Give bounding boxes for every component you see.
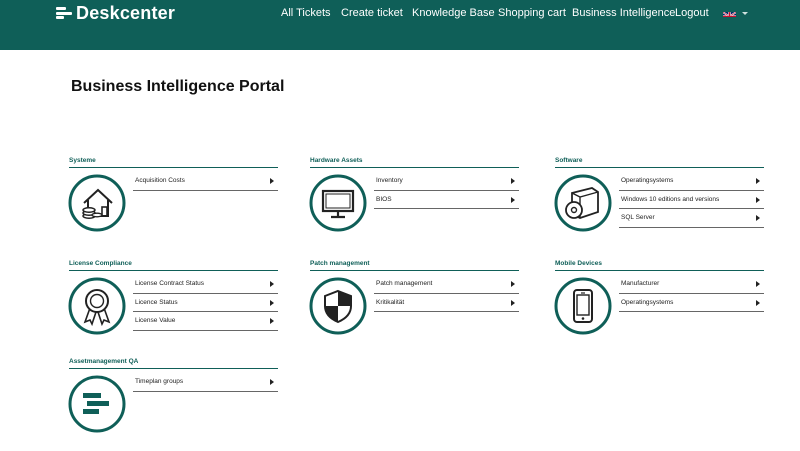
arrow-right-icon xyxy=(511,178,515,184)
arrow-right-icon xyxy=(511,196,515,203)
section-links: Patch management Kritikalität xyxy=(374,275,519,312)
link-license-contract-status[interactable]: License Contract Status xyxy=(133,275,278,294)
smartphone-icon[interactable] xyxy=(554,277,612,335)
arrow-right-icon xyxy=(756,281,760,287)
link-sql-server[interactable]: SQL Server xyxy=(619,209,764,228)
section-links: Manufacturer Operatingsystems xyxy=(619,275,764,312)
link-label: Operatingsystems xyxy=(621,298,674,306)
nav-knowledge-base[interactable]: Knowledge Base xyxy=(412,7,495,19)
arrow-right-icon xyxy=(756,178,760,184)
link-label: Licence Status xyxy=(135,298,178,306)
link-manufacturer[interactable]: Manufacturer xyxy=(619,275,764,294)
link-timeplan-groups[interactable]: Timeplan groups xyxy=(133,373,278,392)
arrow-right-icon xyxy=(511,299,515,306)
link-patch-management[interactable]: Patch management xyxy=(374,275,519,294)
section-links: Operatingsystems Windows 10 editions and… xyxy=(619,172,764,228)
section-links: Inventory BIOS xyxy=(374,172,519,209)
deskcenter-logo[interactable]: Deskcenter xyxy=(56,3,175,23)
link-bios[interactable]: BIOS xyxy=(374,191,519,209)
link-label: License Value xyxy=(135,317,176,324)
section-assetmanagement-qa: Assetmanagement QA Timeplan groups xyxy=(68,358,281,448)
link-windows-10-editions[interactable]: Windows 10 editions and versions xyxy=(619,191,764,209)
arrow-right-icon xyxy=(270,379,274,385)
arrow-right-icon xyxy=(756,215,760,221)
section-divider xyxy=(555,270,764,271)
section-title: Assetmanagement QA xyxy=(69,358,139,365)
section-divider xyxy=(69,368,278,369)
arrow-right-icon xyxy=(756,196,760,203)
section-divider xyxy=(310,270,519,271)
house-coins-icon[interactable] xyxy=(68,174,126,232)
software-box-icon[interactable] xyxy=(554,174,612,232)
timeline-bars-icon[interactable] xyxy=(68,375,126,433)
link-licence-status[interactable]: Licence Status xyxy=(133,294,278,312)
deskcenter-logo-icon xyxy=(56,6,72,20)
arrow-right-icon xyxy=(511,281,515,287)
arrow-right-icon xyxy=(270,178,274,184)
link-label: SQL Server xyxy=(621,214,655,221)
arrow-right-icon xyxy=(270,318,274,324)
award-rosette-icon[interactable] xyxy=(68,277,126,335)
top-navigation-bar: Deskcenter All Tickets Create ticket Kno… xyxy=(0,0,800,50)
section-title: Systeme xyxy=(69,157,96,164)
section-links: Acquisition Costs xyxy=(133,172,278,191)
link-mobile-operatingsystems[interactable]: Operatingsystems xyxy=(619,294,764,312)
link-label: Patch management xyxy=(376,280,433,287)
link-label: Manufacturer xyxy=(621,280,660,287)
link-label: Kritikalität xyxy=(376,298,405,306)
link-label: Timeplan groups xyxy=(135,378,184,385)
section-title: Patch management xyxy=(310,260,370,267)
section-title: Hardware Assets xyxy=(310,157,363,164)
section-divider xyxy=(69,167,278,168)
section-hardware-assets: Hardware Assets Inventory BIOS xyxy=(309,157,522,247)
link-label: Acquisition Costs xyxy=(135,177,185,184)
section-patch-management: Patch management Patch management Kritik… xyxy=(309,260,522,350)
arrow-right-icon xyxy=(270,281,274,287)
section-links: License Contract Status Licence Status L… xyxy=(133,275,278,331)
section-mobile-devices: Mobile Devices Manufacturer Operatingsys… xyxy=(554,260,767,350)
link-label: Operatingsystems xyxy=(621,177,674,184)
section-divider xyxy=(555,167,764,168)
section-title: Mobile Devices xyxy=(555,260,602,267)
section-divider xyxy=(310,167,519,168)
link-label: Inventory xyxy=(376,177,403,184)
nav-business-intelligence[interactable]: Business Intelligence xyxy=(572,7,675,19)
link-acquisition-costs[interactable]: Acquisition Costs xyxy=(133,172,278,191)
arrow-right-icon xyxy=(270,299,274,306)
section-systeme: Systeme Acquisition Costs xyxy=(68,157,281,247)
page-title: Business Intelligence Portal xyxy=(71,78,285,95)
section-divider xyxy=(69,270,278,271)
section-links: Timeplan groups xyxy=(133,373,278,392)
nav-create-ticket[interactable]: Create ticket xyxy=(341,7,403,19)
link-label: License Contract Status xyxy=(135,280,205,287)
nav-all-tickets[interactable]: All Tickets xyxy=(281,7,331,19)
nav-logout[interactable]: Logout xyxy=(675,7,709,19)
language-dropdown-chevron-icon[interactable] xyxy=(742,12,748,15)
link-label: BIOS xyxy=(376,195,392,203)
uk-flag-icon[interactable] xyxy=(723,8,736,17)
link-label: Windows 10 editions and versions xyxy=(621,195,720,203)
section-title: Software xyxy=(555,157,583,164)
link-inventory[interactable]: Inventory xyxy=(374,172,519,191)
link-operatingsystems[interactable]: Operatingsystems xyxy=(619,172,764,191)
section-title: License Compliance xyxy=(69,260,132,267)
brand-name: Deskcenter xyxy=(76,2,176,23)
monitor-icon[interactable] xyxy=(309,174,367,232)
section-license-compliance: License Compliance License Contract Stat… xyxy=(68,260,281,350)
nav-shopping-cart[interactable]: Shopping cart xyxy=(498,7,566,19)
section-software: Software Operatingsystems Windows 10 edi… xyxy=(554,157,767,247)
shield-icon[interactable] xyxy=(309,277,367,335)
link-license-value[interactable]: License Value xyxy=(133,312,278,331)
arrow-right-icon xyxy=(756,299,760,306)
link-kritikalitaet[interactable]: Kritikalität xyxy=(374,294,519,312)
